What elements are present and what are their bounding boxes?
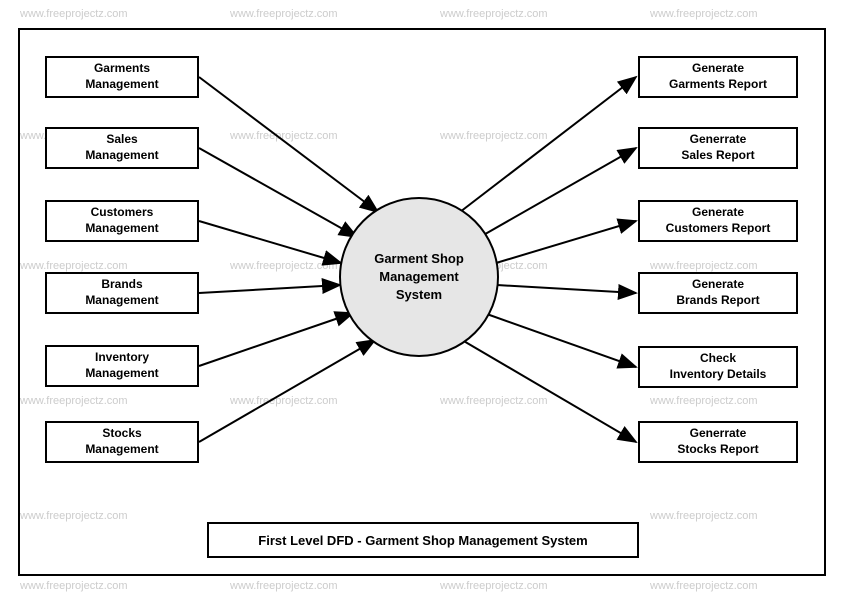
- entity-sales-management: SalesManagement: [45, 127, 199, 169]
- watermark: www.freeprojectz.com: [230, 580, 338, 592]
- watermark: www.freeprojectz.com: [20, 580, 128, 592]
- entity-label: GenerateBrands Report: [676, 277, 759, 308]
- process-garment-shop-management-system: Garment ShopManagementSystem: [339, 197, 499, 357]
- entity-generate-garments-report: GenerateGarments Report: [638, 56, 798, 98]
- entity-garments-management: GarmentsManagement: [45, 56, 199, 98]
- entity-inventory-management: InventoryManagement: [45, 345, 199, 387]
- entity-label: SalesManagement: [85, 132, 158, 163]
- entity-label: GenerateCustomers Report: [666, 205, 771, 236]
- entity-stocks-management: StocksManagement: [45, 421, 199, 463]
- watermark: www.freeprojectz.com: [440, 8, 548, 20]
- process-label: Garment ShopManagementSystem: [374, 250, 464, 305]
- entity-customers-management: CustomersManagement: [45, 200, 199, 242]
- entity-label: GenerrateSales Report: [681, 132, 754, 163]
- entity-generate-brands-report: GenerateBrands Report: [638, 272, 798, 314]
- entity-check-inventory-details: CheckInventory Details: [638, 346, 798, 388]
- entity-label: StocksManagement: [85, 426, 158, 457]
- entity-generate-sales-report: GenerrateSales Report: [638, 127, 798, 169]
- entity-label: GenerrateStocks Report: [677, 426, 758, 457]
- entity-label: CustomersManagement: [85, 205, 158, 236]
- watermark: www.freeprojectz.com: [20, 8, 128, 20]
- watermark: www.freeprojectz.com: [650, 580, 758, 592]
- entity-brands-management: BrandsManagement: [45, 272, 199, 314]
- entity-label: GarmentsManagement: [85, 61, 158, 92]
- watermark: www.freeprojectz.com: [440, 580, 548, 592]
- entity-label: CheckInventory Details: [670, 351, 767, 382]
- entity-label: BrandsManagement: [85, 277, 158, 308]
- entity-generate-customers-report: GenerateCustomers Report: [638, 200, 798, 242]
- entity-label: InventoryManagement: [85, 350, 158, 381]
- watermark: www.freeprojectz.com: [650, 8, 758, 20]
- diagram-caption: First Level DFD - Garment Shop Managemen…: [207, 522, 639, 558]
- watermark: www.freeprojectz.com: [230, 8, 338, 20]
- entity-label: GenerateGarments Report: [669, 61, 767, 92]
- caption-text: First Level DFD - Garment Shop Managemen…: [258, 533, 587, 548]
- entity-generate-stocks-report: GenerrateStocks Report: [638, 421, 798, 463]
